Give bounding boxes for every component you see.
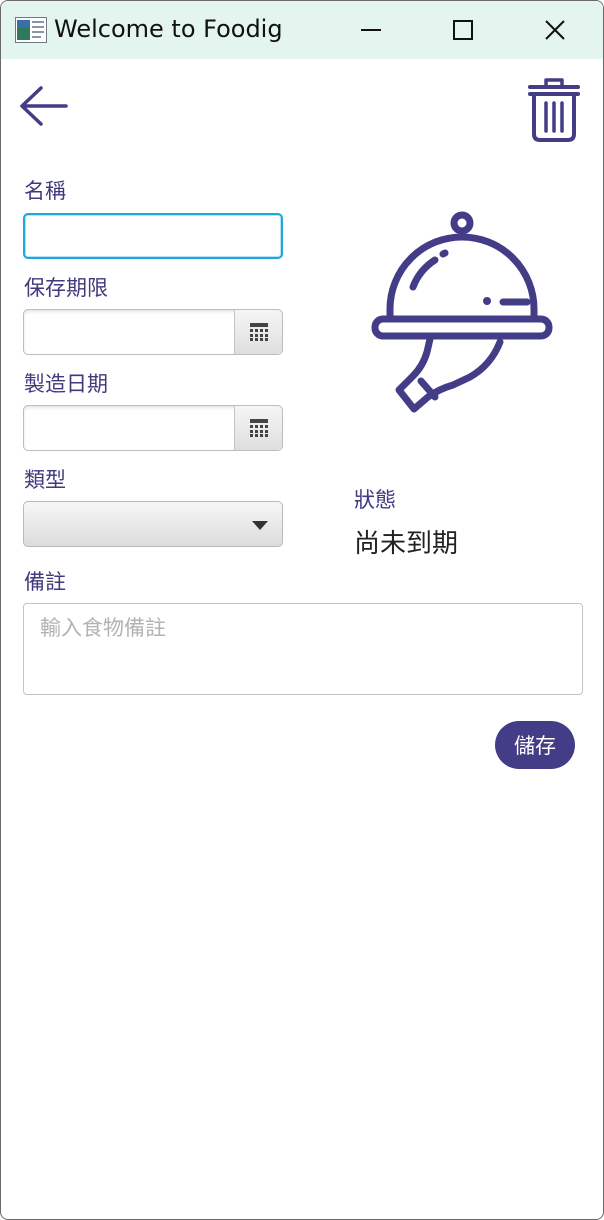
close-icon — [545, 20, 565, 40]
app-window: Welcome to Foodig 名稱 保存期限 製造日期 類型 狀態 尚未到… — [0, 0, 604, 1220]
type-label: 類型 — [24, 468, 66, 492]
calendar-icon — [250, 419, 268, 437]
manufacture-date-input[interactable] — [24, 406, 234, 450]
maximize-icon — [453, 20, 473, 40]
minimize-icon — [361, 29, 381, 31]
type-dropdown[interactable] — [23, 501, 283, 547]
manufacture-label: 製造日期 — [24, 372, 108, 396]
minimize-button[interactable] — [325, 1, 417, 59]
expiry-label: 保存期限 — [24, 276, 108, 300]
chevron-down-icon — [252, 521, 268, 530]
expiry-date-picker[interactable] — [23, 309, 283, 355]
status-value: 尚未到期 — [354, 529, 459, 559]
back-arrow-icon[interactable] — [19, 85, 69, 127]
save-button[interactable]: 儲存 — [495, 721, 575, 769]
manufacture-date-picker[interactable] — [23, 405, 283, 451]
serving-cloche-icon — [371, 211, 553, 413]
maximize-button[interactable] — [417, 1, 509, 59]
app-icon — [15, 17, 47, 43]
expiry-calendar-button[interactable] — [234, 310, 282, 354]
status-label: 狀態 — [354, 488, 396, 512]
calendar-icon — [250, 323, 268, 341]
expiry-date-input[interactable] — [24, 310, 234, 354]
note-label: 備註 — [24, 570, 66, 594]
trash-icon[interactable] — [527, 77, 581, 143]
close-button[interactable] — [509, 1, 601, 59]
manufacture-calendar-button[interactable] — [234, 406, 282, 450]
note-field[interactable] — [23, 603, 583, 695]
name-input[interactable] — [25, 215, 281, 257]
note-textarea[interactable] — [24, 604, 582, 694]
window-title: Welcome to Foodig — [54, 15, 283, 43]
name-field[interactable] — [23, 213, 283, 259]
title-bar[interactable]: Welcome to Foodig — [1, 1, 603, 59]
name-label: 名稱 — [24, 179, 66, 203]
